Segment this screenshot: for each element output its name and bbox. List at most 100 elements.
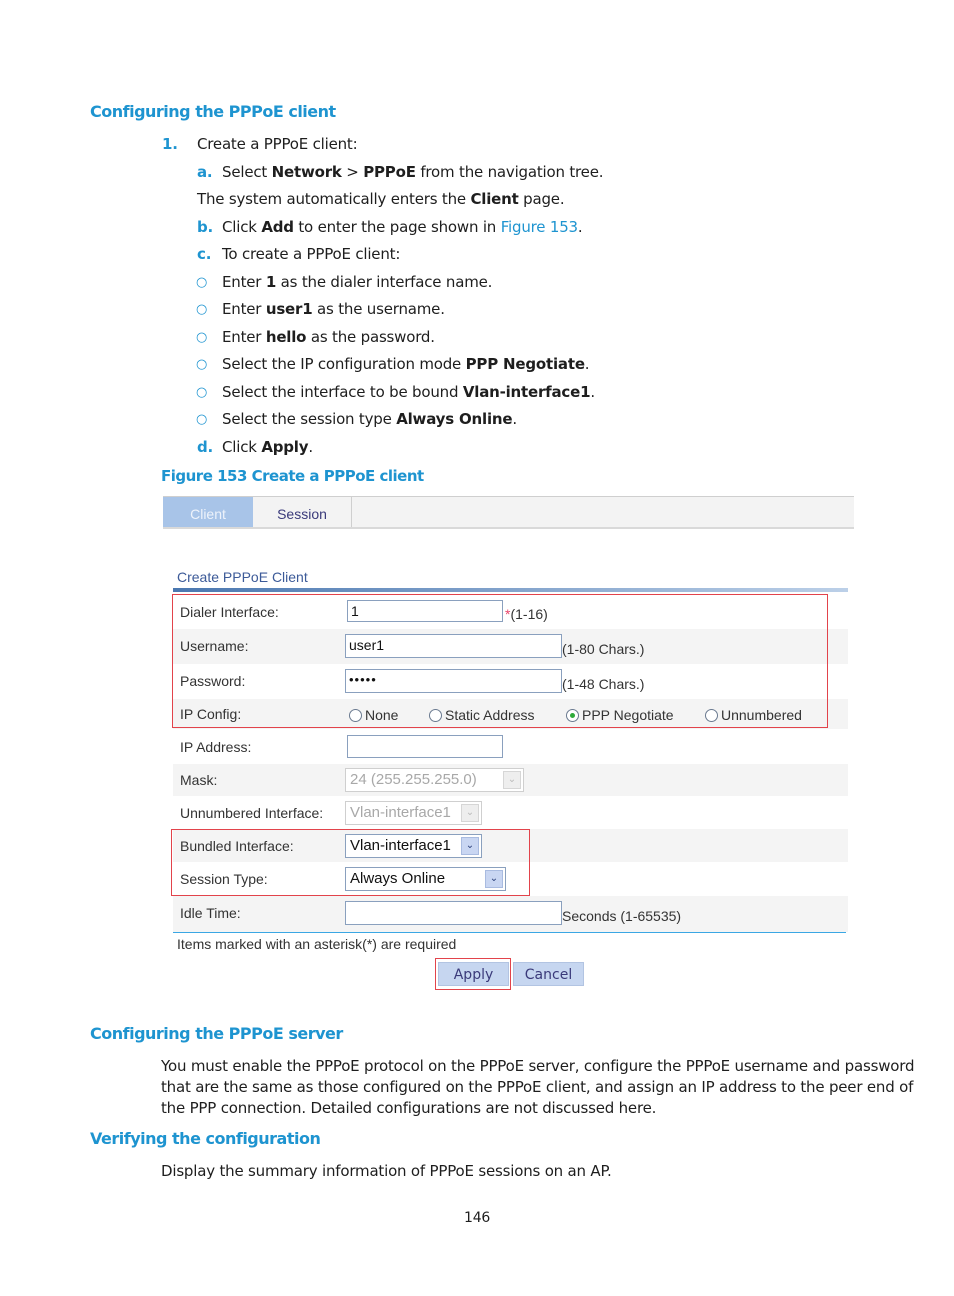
page-number: 146	[464, 1210, 491, 1226]
radio-none[interactable]: None	[349, 707, 398, 723]
tab-session[interactable]: Session	[253, 497, 352, 527]
text: Select the IP configuration mode	[222, 355, 466, 373]
session-type-select[interactable]: Always Online ⌄	[345, 867, 506, 891]
step-c-marker: c.	[197, 245, 212, 263]
radio-static-address[interactable]: Static Address	[429, 707, 535, 723]
server-paragraph-line: that are the same as those configured on…	[161, 1078, 914, 1096]
server-paragraph-line: the PPP connection. Detailed configurati…	[161, 1099, 657, 1117]
text: as the password.	[306, 328, 435, 346]
username-input[interactable]: user1	[345, 634, 562, 658]
unnumbered-interface-label: Unnumbered Interface:	[180, 805, 324, 821]
row-ip-config: IP Config: None Static Address PPP Negot…	[173, 699, 848, 729]
bullet-item: Enter 1 as the dialer interface name.	[222, 273, 492, 291]
client-page-name: Client	[470, 190, 519, 208]
text: to enter the page shown in	[293, 218, 501, 236]
figure-153-link[interactable]: Figure 153	[501, 218, 578, 236]
step-a-text: Select Network > PPPoE from the navigati…	[222, 163, 603, 181]
step-b-marker: b.	[197, 218, 214, 236]
step-b-text: Click Add to enter the page shown in Fig…	[222, 218, 583, 236]
text: from the navigation tree.	[415, 163, 604, 181]
session-type-label: Session Type:	[180, 871, 268, 887]
verify-paragraph: Display the summary information of PPPoE…	[161, 1162, 612, 1180]
mask-select[interactable]: 24 (255.255.255.0) ⌄	[345, 768, 524, 792]
ip-config-label: IP Config:	[180, 706, 242, 722]
text: .	[584, 355, 590, 373]
text: .	[577, 218, 583, 236]
row-session-type: Session Type: Always Online ⌄	[173, 862, 848, 896]
idle-time-input[interactable]	[345, 901, 562, 925]
radio-circle-icon	[705, 708, 718, 722]
radio-label: Unnumbered	[721, 707, 802, 723]
ip-address-label: IP Address:	[180, 739, 252, 755]
title-divider	[173, 588, 848, 592]
text: Enter	[222, 300, 266, 318]
bullet-icon: ○	[196, 302, 208, 317]
add-label: Add	[261, 218, 294, 236]
radio-label: PPP Negotiate	[582, 707, 674, 723]
section-heading-client: Configuring the PPPoE client	[90, 102, 336, 121]
text: page.	[518, 190, 565, 208]
username-hint: (1-80 Chars.)	[562, 641, 645, 657]
menu-network: Network	[271, 163, 342, 181]
apply-label: Apply	[261, 438, 309, 456]
form-title: Create PPPoE Client	[177, 569, 308, 585]
menu-pppoe: PPPoE	[363, 163, 416, 181]
radio-circle-icon	[349, 708, 362, 722]
text: as the dialer interface name.	[276, 273, 493, 291]
chevron-down-icon: ⌄	[485, 870, 503, 888]
step-a-note: The system automatically enters the Clie…	[197, 190, 565, 208]
server-paragraph-line: You must enable the PPPoE protocol on th…	[161, 1057, 915, 1075]
bullet-icon: ○	[196, 385, 208, 400]
tab-client[interactable]: Client	[163, 497, 253, 527]
bullet-item: Select the interface to be bound Vlan-in…	[222, 383, 595, 401]
step-d-marker: d.	[197, 438, 214, 456]
text: Select the interface to be bound	[222, 383, 463, 401]
radio-ppp-negotiate[interactable]: PPP Negotiate	[566, 707, 674, 723]
row-mask: Mask: 24 (255.255.255.0) ⌄	[173, 764, 848, 796]
username-label: Username:	[180, 638, 249, 654]
figure-caption: Figure 153 Create a PPPoE client	[161, 467, 424, 485]
text: Enter	[222, 328, 266, 346]
bullet-icon: ○	[196, 275, 208, 290]
radio-label: None	[365, 707, 399, 723]
text: The system automatically enters the	[197, 190, 471, 208]
text: .	[308, 438, 313, 456]
apply-button[interactable]: Apply	[438, 962, 509, 986]
radio-label: Static Address	[445, 707, 535, 723]
step-c-text: To create a PPPoE client:	[222, 245, 401, 263]
bullet-item: Enter hello as the password.	[222, 328, 435, 346]
step-1-text: Create a PPPoE client:	[197, 135, 358, 153]
text: Click	[222, 438, 262, 456]
bold-value: PPP Negotiate	[465, 355, 585, 373]
text: Select	[222, 163, 272, 181]
row-username: Username: user1 (1-80 Chars.)	[173, 629, 848, 664]
bold-value: Vlan-interface1	[462, 383, 591, 401]
password-hint: (1-48 Chars.)	[562, 676, 645, 692]
text: as the username.	[312, 300, 445, 318]
text: Enter	[222, 273, 266, 291]
step-a-marker: a.	[197, 163, 213, 181]
ip-address-input[interactable]	[347, 735, 503, 758]
bundled-interface-value: Vlan-interface1	[350, 837, 451, 854]
bundled-interface-select[interactable]: Vlan-interface1 ⌄	[345, 834, 482, 858]
dialer-interface-input[interactable]: 1	[347, 600, 503, 622]
chevron-down-icon: ⌄	[461, 804, 479, 822]
radio-selected-icon	[566, 708, 579, 722]
unnumbered-interface-select[interactable]: Vlan-interface1 ⌄	[345, 801, 482, 825]
required-note: Items marked with an asterisk(*) are req…	[177, 936, 457, 952]
bold-value: Always Online	[396, 410, 513, 428]
unnumbered-interface-value: Vlan-interface1	[350, 804, 451, 821]
text: Select the session type	[222, 410, 397, 428]
row-dialer-interface: Dialer Interface: 1 *(1-16)	[173, 595, 848, 629]
mask-value: 24 (255.255.255.0)	[350, 771, 477, 788]
bold-value: user1	[265, 300, 313, 318]
password-label: Password:	[180, 673, 246, 689]
bundled-interface-label: Bundled Interface:	[180, 838, 294, 854]
password-input[interactable]: •••••	[345, 669, 562, 693]
session-type-value: Always Online	[350, 870, 446, 887]
radio-unnumbered[interactable]: Unnumbered	[705, 707, 802, 723]
cancel-button[interactable]: Cancel	[513, 962, 584, 986]
bullet-icon: ○	[196, 330, 208, 345]
text: .	[590, 383, 595, 401]
dialer-interface-label: Dialer Interface:	[180, 604, 279, 620]
